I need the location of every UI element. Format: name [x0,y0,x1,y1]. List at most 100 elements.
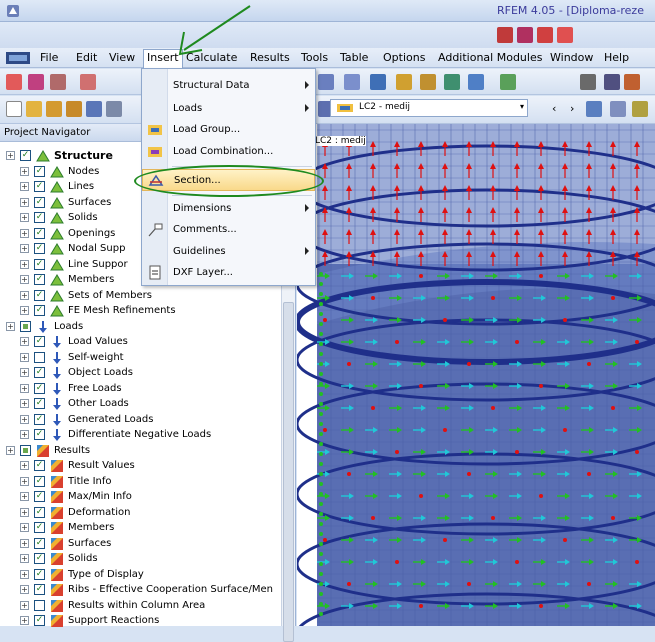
nodes-icon[interactable] [396,74,412,90]
dropdown-arrow-icon[interactable]: ▾ [520,102,524,111]
filter-icon[interactable] [370,74,386,90]
expand-toggle-icon[interactable]: + [20,275,29,284]
document-icon[interactable] [6,51,30,65]
tree-checkbox[interactable]: ✓ [34,398,45,409]
expand-toggle-icon[interactable]: + [20,213,29,222]
person-icon[interactable] [632,101,648,117]
menu-dxf-layer[interactable]: DXF Layer... [142,262,315,284]
tree-item[interactable]: + ✓ Sets of Members [0,288,280,304]
tree-item[interactable]: + ✓ Ribs - Effective Cooperation Surface/M… [0,582,280,598]
tree-checkbox[interactable]: ✓ [34,305,45,316]
expand-toggle-icon[interactable]: + [6,151,15,160]
tree-checkbox[interactable]: ✓ [34,336,45,347]
menu-help[interactable]: Help [604,51,629,64]
mesh-icon[interactable] [580,74,596,90]
tree-item[interactable]: + ✓ Generated Loads [0,412,280,428]
expand-toggle-icon[interactable]: + [20,492,29,501]
expand-toggle-icon[interactable]: + [6,445,15,455]
menu-comments[interactable]: Comments... [142,219,315,241]
arrange-icon[interactable] [557,27,573,43]
expand-toggle-icon[interactable]: + [20,290,29,300]
save-icon[interactable] [86,101,102,117]
tree-checkbox[interactable]: ✓ [34,584,45,595]
menu-guidelines[interactable]: Guidelines [142,241,315,263]
expand-toggle-icon[interactable]: + [20,352,29,362]
expand-toggle-icon[interactable]: + [20,569,29,579]
print-icon[interactable] [106,101,122,117]
tree-item[interactable]: + ✓ Differentiate Negative Loads [0,427,280,443]
tree-checkbox[interactable] [34,599,45,611]
open-folder-icon[interactable] [26,101,42,117]
member-icon[interactable] [624,74,640,90]
menu-file[interactable]: File [40,51,58,64]
tree-item[interactable]: + ✓ Surfaces [0,536,280,552]
tile-icon[interactable] [497,27,513,43]
tree-checkbox[interactable]: ✓ [34,181,45,192]
tree-item[interactable]: + ✓ Members [0,520,280,536]
tree-item[interactable]: + ✓ Support Reactions [0,613,280,629]
tree-checkbox[interactable]: ✓ [34,165,45,177]
menu-dimensions[interactable]: Dimensions [142,198,315,220]
expand-toggle-icon[interactable]: + [20,414,29,424]
expand-toggle-icon[interactable]: + [20,461,29,470]
results-icon[interactable] [500,74,516,90]
expand-toggle-icon[interactable]: + [20,430,29,439]
expand-toggle-icon[interactable]: + [20,182,29,191]
percent-icon[interactable] [50,74,66,90]
menu-load-group[interactable]: Load Group... [142,119,315,141]
tree-checkbox[interactable]: ✓ [34,289,45,301]
expand-toggle-icon[interactable]: + [20,259,29,269]
expand-toggle-icon[interactable]: + [20,507,29,517]
menu-additional-modules[interactable]: Additional Modules [438,51,542,64]
load-display-icon[interactable] [586,101,602,117]
tree-checkbox[interactable]: ✓ [34,212,45,223]
tree-checkbox[interactable]: ✓ [34,537,45,549]
scale-icon[interactable] [610,101,626,117]
beam-icon[interactable] [80,74,96,90]
window-icon[interactable] [517,27,533,43]
cascade-icon[interactable] [537,27,553,43]
table-icon[interactable] [444,74,460,90]
expand-toggle-icon[interactable]: + [20,538,29,548]
expand-toggle-icon[interactable]: + [20,368,29,377]
tree-item[interactable]: + ✓ Other Loads [0,396,280,412]
tree-item[interactable]: + ✓ Deformation [0,505,280,521]
tree-item[interactable]: + ✓ Object Loads [0,365,280,381]
prev-lc-icon[interactable]: ‹ [552,102,556,115]
menu-view[interactable]: View [109,51,135,64]
model-viewport[interactable]: LC2 : medij [297,124,655,626]
tree-checkbox[interactable]: ✓ [34,382,45,394]
next-lc-icon[interactable]: › [570,102,574,115]
tree-checkbox[interactable]: ✓ [34,615,45,626]
tree-checkbox[interactable]: ✓ [34,243,45,254]
tree-checkbox[interactable]: ✓ [34,429,45,440]
open-model-icon[interactable] [46,101,62,117]
rfem-app-icon[interactable] [6,4,20,18]
tree-checkbox[interactable] [20,320,31,332]
new-file-icon[interactable] [6,101,22,117]
expand-toggle-icon[interactable]: + [20,228,29,238]
tree-checkbox[interactable]: ✓ [34,491,45,502]
tree-checkbox[interactable]: ✓ [34,227,45,239]
menu-table[interactable]: Table [340,51,368,64]
tree-checkbox[interactable]: ✓ [34,460,45,471]
tree-checkbox[interactable]: ✓ [34,413,45,425]
support-icon[interactable] [468,74,484,90]
tree-checkbox[interactable]: ✓ [34,196,45,208]
tree-checkbox[interactable]: ✓ [34,258,45,270]
scrollbar-thumb[interactable] [283,302,294,642]
tree-item[interactable]: + ✓ Type of Display [0,567,280,583]
render-icon[interactable] [318,74,334,90]
line-tool-icon[interactable] [28,74,44,90]
tree-checkbox[interactable]: ✓ [34,274,45,285]
expand-toggle-icon[interactable]: + [20,399,29,408]
tree-checkbox[interactable]: ✓ [34,367,45,378]
view-icon[interactable] [344,74,360,90]
tree-checkbox[interactable]: ✓ [34,553,45,564]
cross-icon[interactable] [604,74,620,90]
pointer-icon[interactable] [6,74,22,90]
tree-item[interactable]: + ✓ Max/Min Info [0,489,280,505]
menu-section[interactable]: Section... [142,169,315,191]
tree-item[interactable]: + ✓ FE Mesh Refinements [0,303,280,319]
menu-loads[interactable]: Loads [142,98,315,120]
